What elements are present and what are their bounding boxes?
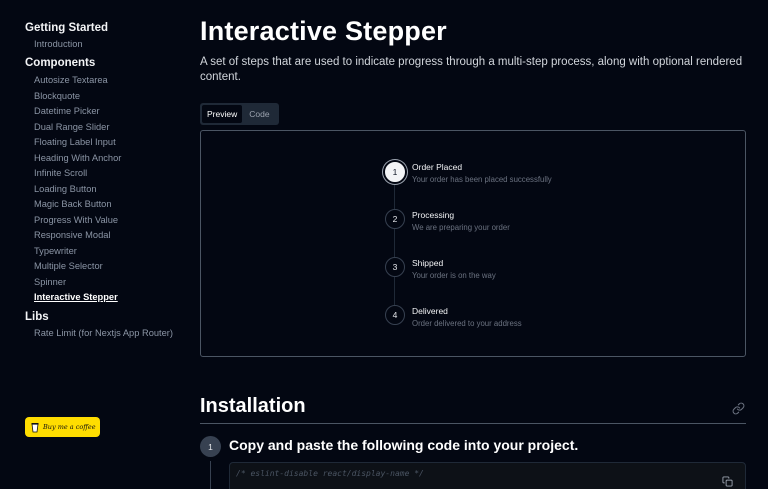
stepper-step-1-title[interactable]: Order Placed (412, 162, 462, 172)
sidebar-item-loading-button[interactable]: Loading Button (34, 184, 97, 194)
sidebar-item-interactive-stepper[interactable]: Interactive Stepper (34, 292, 118, 302)
sidebar-item-dual-range-slider[interactable]: Dual Range Slider (34, 122, 109, 132)
sidebar-item-progress-with-value[interactable]: Progress With Value (34, 215, 118, 225)
stepper-connector-line (394, 184, 395, 312)
page-description: A set of steps that are used to indicate… (200, 56, 743, 83)
install-step-heading: Copy and paste the following code into y… (229, 437, 579, 453)
install-step-number: 1 (200, 436, 221, 457)
stepper-step-1-description: Your order has been placed successfully (412, 175, 552, 184)
copy-icon[interactable] (722, 476, 733, 487)
code-block[interactable]: /* eslint-disable react/display-name */ (229, 462, 746, 489)
sidebar-item-autosize-textarea[interactable]: Autosize Textarea (34, 75, 108, 85)
page-title: Interactive Stepper (200, 16, 447, 46)
stepper-step-3-title[interactable]: Shipped (412, 258, 443, 268)
sidebar-item-introduction[interactable]: Introduction (34, 39, 83, 49)
stepper-step-3-indicator[interactable]: 3 (385, 257, 405, 277)
stepper-step-2-description: We are preparing your order (412, 223, 510, 232)
stepper-step-1-indicator[interactable]: 1 (385, 162, 405, 182)
installation-heading: Installation (200, 395, 306, 417)
sidebar-item-spinner[interactable]: Spinner (34, 277, 66, 287)
preview-code-tabs: Preview Code (200, 103, 279, 125)
sidebar-item-blockquote[interactable]: Blockquote (34, 91, 80, 101)
stepper-step-2-indicator[interactable]: 2 (385, 209, 405, 229)
tab-preview[interactable]: Preview (202, 105, 243, 123)
docs-page: Getting Started Introduction Components … (0, 0, 768, 489)
sidebar-item-floating-label-input[interactable]: Floating Label Input (34, 137, 116, 147)
buy-me-a-coffee-button[interactable]: Buy me a coffee (25, 417, 100, 437)
link-icon[interactable] (732, 402, 745, 415)
sidebar-item-typewriter[interactable]: Typewriter (34, 246, 77, 256)
sidebar-item-infinite-scroll[interactable]: Infinite Scroll (34, 168, 87, 178)
sidebar-heading-libs: Libs (25, 311, 49, 323)
install-step-line (210, 461, 211, 489)
sidebar-item-heading-with-anchor[interactable]: Heading With Anchor (34, 153, 121, 163)
code-line-1: /* eslint-disable react/display-name */ (236, 469, 424, 478)
sidebar-item-rate-limit[interactable]: Rate Limit (for Nextjs App Router) (34, 328, 173, 338)
buy-me-a-coffee-label: Buy me a coffee (43, 423, 96, 431)
sidebar-item-multiple-selector[interactable]: Multiple Selector (34, 261, 103, 271)
tab-code[interactable]: Code (244, 105, 274, 123)
sidebar-item-responsive-modal[interactable]: Responsive Modal (34, 230, 110, 240)
sidebar: Getting Started Introduction Components … (0, 0, 190, 489)
sidebar-item-magic-back-button[interactable]: Magic Back Button (34, 199, 112, 209)
sidebar-item-datetime-picker[interactable]: Datetime Picker (34, 106, 100, 116)
sidebar-heading-getting-started: Getting Started (25, 22, 109, 34)
coffee-cup-icon (31, 422, 39, 432)
installation-divider (200, 423, 746, 424)
stepper-step-2-title[interactable]: Processing (412, 210, 454, 220)
stepper-step-4-indicator[interactable]: 4 (385, 305, 405, 325)
stepper-step-4-title[interactable]: Delivered (412, 306, 448, 316)
stepper-step-3-description: Your order is on the way (412, 271, 496, 280)
stepper-step-4-description: Order delivered to your address (412, 319, 522, 328)
sidebar-heading-components: Components (25, 57, 96, 69)
